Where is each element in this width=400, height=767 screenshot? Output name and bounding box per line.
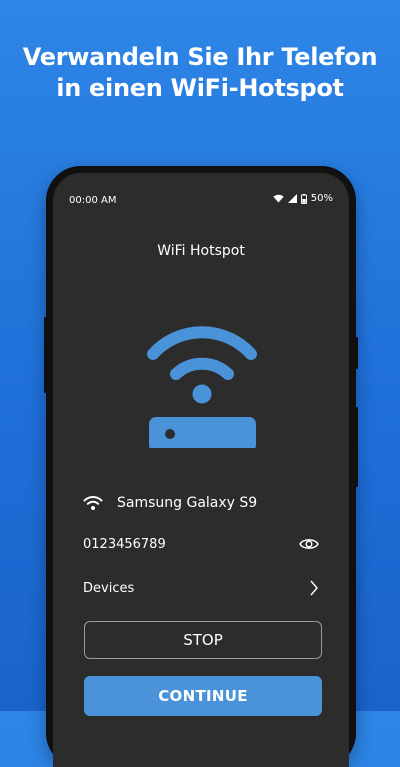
app-title: WiFi Hotspot <box>157 243 245 259</box>
phone-side-button-right-bottom <box>355 407 358 487</box>
devices-row[interactable]: Devices <box>83 575 319 601</box>
status-icons: 50% <box>273 193 333 204</box>
status-battery-percent: 50% <box>310 193 333 204</box>
continue-button[interactable]: CONTINUE <box>84 676 322 716</box>
headline-line-2: in einen WiFi-Hotspot <box>56 74 344 102</box>
network-name: Samsung Galaxy S9 <box>117 495 258 511</box>
password-value: 0123456789 <box>83 536 166 552</box>
devices-label: Devices <box>83 580 135 596</box>
headline-line-1: Verwandeln Sie Ihr Telefon <box>22 43 378 71</box>
phone-side-button-right-top <box>355 337 358 369</box>
promo-headline: Verwandeln Sie Ihr Telefon in einen WiFi… <box>0 42 400 104</box>
router-wifi-icon <box>147 326 257 448</box>
status-time: 00:00 AM <box>69 195 117 206</box>
phone-side-button-left <box>44 317 47 393</box>
wifi-icon <box>83 496 103 510</box>
status-bar: 00:00 AM 50% <box>53 173 349 213</box>
stop-button[interactable]: STOP <box>84 621 322 659</box>
phone-screen: 00:00 AM 50% WiFi Hotspot Samsung Galaxy… <box>53 173 349 767</box>
wifi-icon <box>273 194 284 203</box>
network-name-row: Samsung Galaxy S9 <box>83 491 319 515</box>
password-row: 0123456789 <box>83 531 319 557</box>
battery-icon <box>300 193 307 204</box>
phone-frame: 00:00 AM 50% WiFi Hotspot Samsung Galaxy… <box>44 167 358 767</box>
chevron-right-icon <box>310 580 318 596</box>
eye-icon[interactable] <box>299 537 319 551</box>
signal-icon <box>287 194 297 203</box>
